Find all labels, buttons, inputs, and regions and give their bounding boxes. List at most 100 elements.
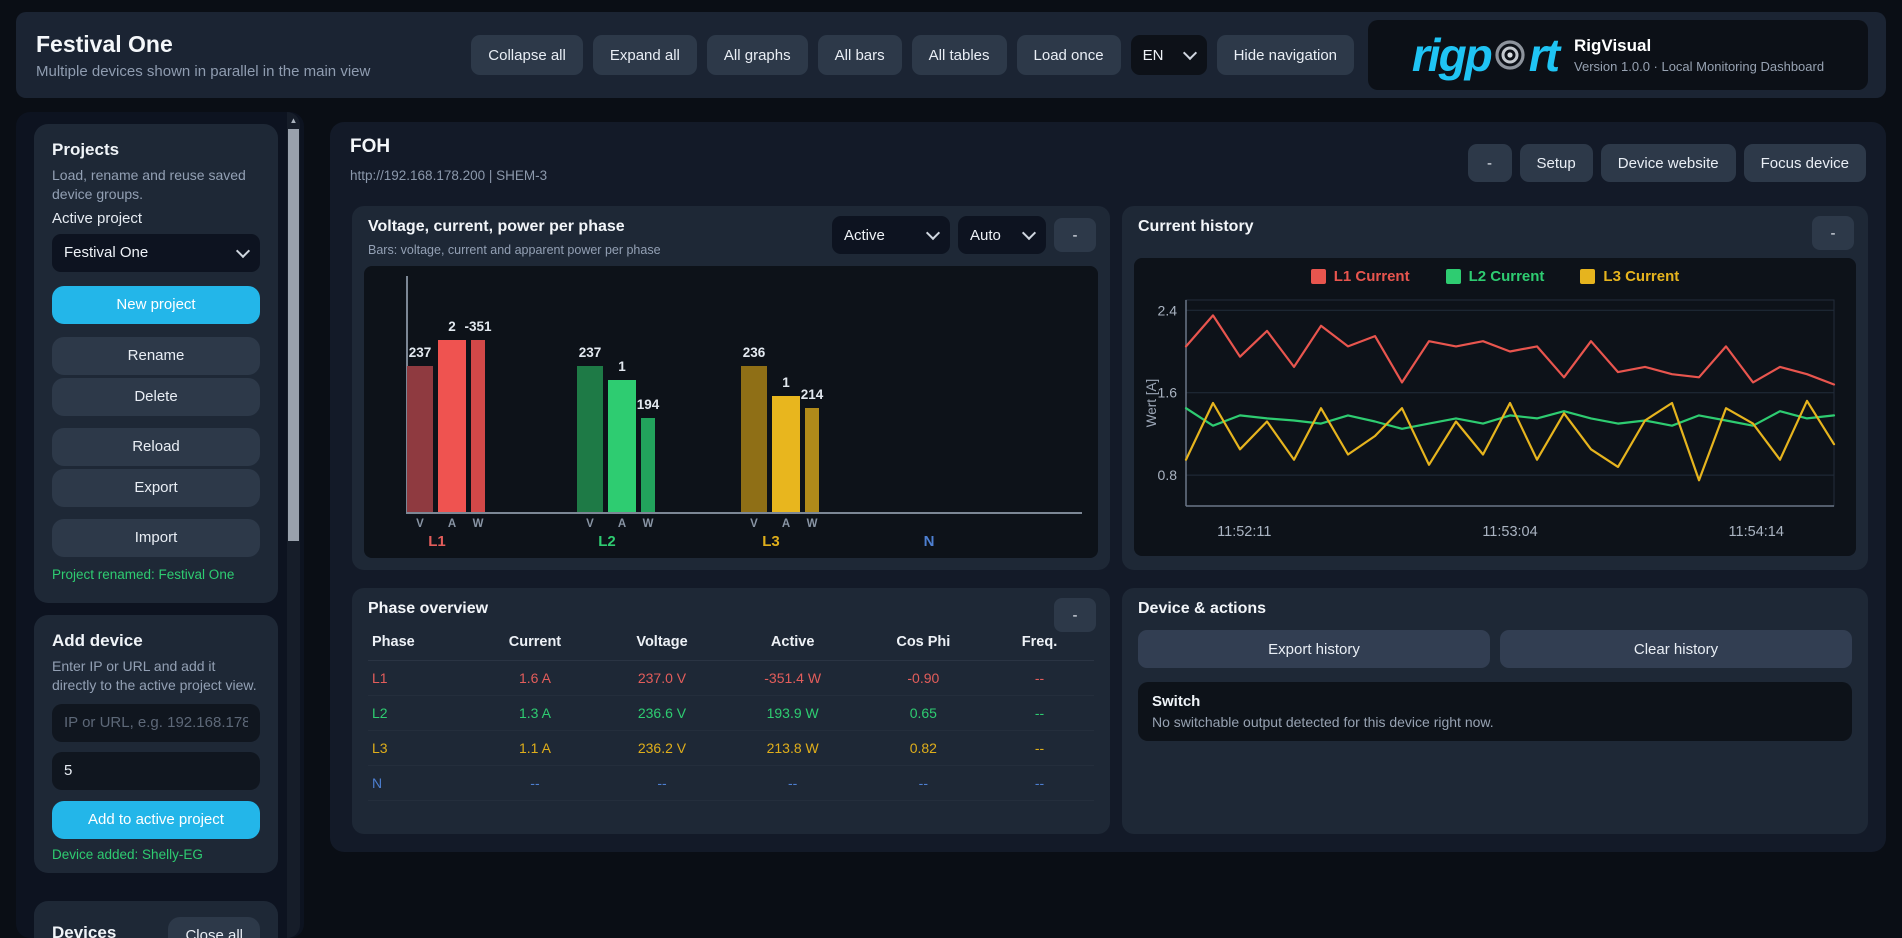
history-panel-collapse-button[interactable]: - (1812, 216, 1854, 250)
add-device-title: Add device (52, 631, 260, 651)
brand-logo-box: rigp rt RigVisual Version 1.0.0 · Local … (1368, 20, 1868, 90)
device-actions-panel: Device & actions Export history Clear hi… (1122, 588, 1868, 834)
unit-tick-W: W (641, 518, 655, 530)
phase-table-header-row: Phase Current Voltage Active Cos Phi Fre… (368, 626, 1094, 661)
active-project-select[interactable]: Festival One (52, 234, 260, 272)
x-tick-label: 11:52:11 (1217, 524, 1271, 540)
history-line-chart: 2.41.60.8Wert [A]11:52:1111:53:0411:54:1… (1142, 292, 1848, 548)
rename-project-button[interactable]: Rename (52, 337, 260, 375)
bar-mode-select-value: Active (844, 227, 885, 244)
product-name: RigVisual (1574, 36, 1824, 56)
phase-cell-phase: L2 (368, 696, 470, 731)
language-select[interactable]: EN (1131, 35, 1207, 75)
clear-history-button[interactable]: Clear history (1500, 630, 1852, 668)
scroll-up-arrow[interactable]: ▲ (287, 112, 300, 128)
phase-label-L2: L2 (577, 533, 637, 550)
close-all-devices-button[interactable]: Close all (168, 917, 260, 938)
phase-cell-freq: -- (985, 696, 1094, 731)
devices-title: Devices (52, 923, 116, 938)
phase-bar-chart: 2372-351VAWL12371194VAWL22361214VAWL3N (364, 266, 1098, 558)
sidebar-scrollbar[interactable]: ▲ (287, 112, 300, 938)
expand-all-button[interactable]: Expand all (593, 35, 697, 75)
all-bars-button[interactable]: All bars (818, 35, 902, 75)
all-graphs-button[interactable]: All graphs (707, 35, 808, 75)
phase-table-collapse-button[interactable]: - (1054, 598, 1096, 632)
device-setup-button[interactable]: Setup (1520, 144, 1593, 182)
col-active: Active (724, 626, 862, 661)
focus-device-button[interactable]: Focus device (1744, 144, 1866, 182)
add-to-project-button[interactable]: Add to active project (52, 801, 260, 839)
legend-swatch-icon (1580, 269, 1595, 284)
device-added-message: Device added: Shelly-EG (52, 847, 260, 862)
bar-group-L1: 2372-351 (407, 340, 485, 512)
poll-interval-input[interactable] (52, 752, 260, 790)
device-ip-input[interactable] (52, 704, 260, 742)
active-project-select-value: Festival One (64, 244, 148, 261)
page-title: Festival One (36, 31, 426, 58)
chevron-down-icon (1183, 46, 1197, 60)
x-tick-label: 11:53:04 (1482, 524, 1537, 540)
projects-card: Projects Load, rename and reuse saved de… (34, 124, 278, 603)
legend-item-l1-current: L1 Current (1311, 268, 1410, 285)
unit-ticks-L3: VAW (741, 518, 819, 530)
collapse-all-button[interactable]: Collapse all (471, 35, 583, 75)
col-phase: Phase (368, 626, 470, 661)
bar-value-label: 237 (409, 345, 432, 360)
rigport-logo: rigp rt (1412, 32, 1558, 78)
chevron-down-icon (1022, 226, 1036, 240)
language-select-value: EN (1143, 47, 1164, 64)
header-bar: Festival One Multiple devices shown in p… (16, 12, 1886, 98)
export-project-button[interactable]: Export (52, 469, 260, 507)
new-project-button[interactable]: New project (52, 286, 260, 324)
bar-panel-collapse-button[interactable]: - (1054, 218, 1096, 252)
phase-cell-phase: L1 (368, 661, 470, 696)
export-history-button[interactable]: Export history (1138, 630, 1490, 668)
phase-cell-active: -351.4 W (724, 661, 862, 696)
phase-row-L1: L11.6 A237.0 V-351.4 W-0.90-- (368, 661, 1094, 696)
bar-L1-A: 2 (438, 340, 466, 512)
phase-label-L1: L1 (407, 533, 467, 550)
phase-cell-current: 1.1 A (470, 731, 601, 766)
current-history-chart: L1 CurrentL2 CurrentL3 Current 2.41.60.8… (1134, 258, 1856, 556)
legend-item-l2-current: L2 Current (1446, 268, 1545, 285)
brand-text: RigVisual Version 1.0.0 · Local Monitori… (1574, 36, 1824, 74)
col-voltage: Voltage (600, 626, 723, 661)
unit-ticks-L1: VAW (407, 518, 485, 530)
phase-row-L2: L21.3 A236.6 V193.9 W0.65-- (368, 696, 1094, 731)
scrollbar-thumb[interactable] (288, 129, 299, 541)
unit-tick-A: A (438, 518, 466, 530)
phase-cell-cos_phi: -0.90 (862, 661, 985, 696)
phase-cell-voltage: 237.0 V (600, 661, 723, 696)
target-icon (1492, 37, 1528, 73)
hide-navigation-button[interactable]: Hide navigation (1217, 35, 1354, 75)
bar-scale-select-value: Auto (970, 227, 1001, 244)
phase-cell-cos_phi: -- (862, 766, 985, 801)
bar-chart-x-axis (406, 512, 1082, 514)
import-project-button[interactable]: Import (52, 519, 260, 557)
load-once-button[interactable]: Load once (1017, 35, 1121, 75)
phase-cell-voltage: -- (600, 766, 723, 801)
active-project-label: Active project (52, 210, 260, 227)
reload-project-button[interactable]: Reload (52, 428, 260, 466)
phase-cell-cos_phi: 0.82 (862, 731, 985, 766)
bar-mode-select[interactable]: Active (832, 216, 950, 254)
sidebar: Projects Load, rename and reuse saved de… (16, 112, 304, 938)
device-website-button[interactable]: Device website (1601, 144, 1736, 182)
history-legend: L1 CurrentL2 CurrentL3 Current (1134, 268, 1856, 285)
devices-card: Devices Close all (34, 901, 278, 938)
actions-panel-title: Device & actions (1138, 600, 1852, 618)
device-collapse-button[interactable]: - (1468, 144, 1512, 182)
bar-scale-select[interactable]: Auto (958, 216, 1046, 254)
device-url: http://192.168.178.200 | SHEM-3 (350, 168, 547, 183)
all-tables-button[interactable]: All tables (912, 35, 1007, 75)
projects-description: Load, rename and reuse saved device grou… (52, 166, 260, 204)
unit-tick-V: V (577, 518, 603, 530)
delete-project-button[interactable]: Delete (52, 378, 260, 416)
header-toolbar: Collapse all Expand all All graphs All b… (471, 35, 1354, 75)
legend-swatch-icon (1446, 269, 1461, 284)
phase-cell-active: 193.9 W (724, 696, 862, 731)
phase-row-L3: L31.1 A236.2 V213.8 W0.82-- (368, 731, 1094, 766)
add-device-card: Add device Enter IP or URL and add it di… (34, 615, 278, 873)
history-panel-title: Current history (1138, 218, 1852, 236)
phase-cell-phase: N (368, 766, 470, 801)
